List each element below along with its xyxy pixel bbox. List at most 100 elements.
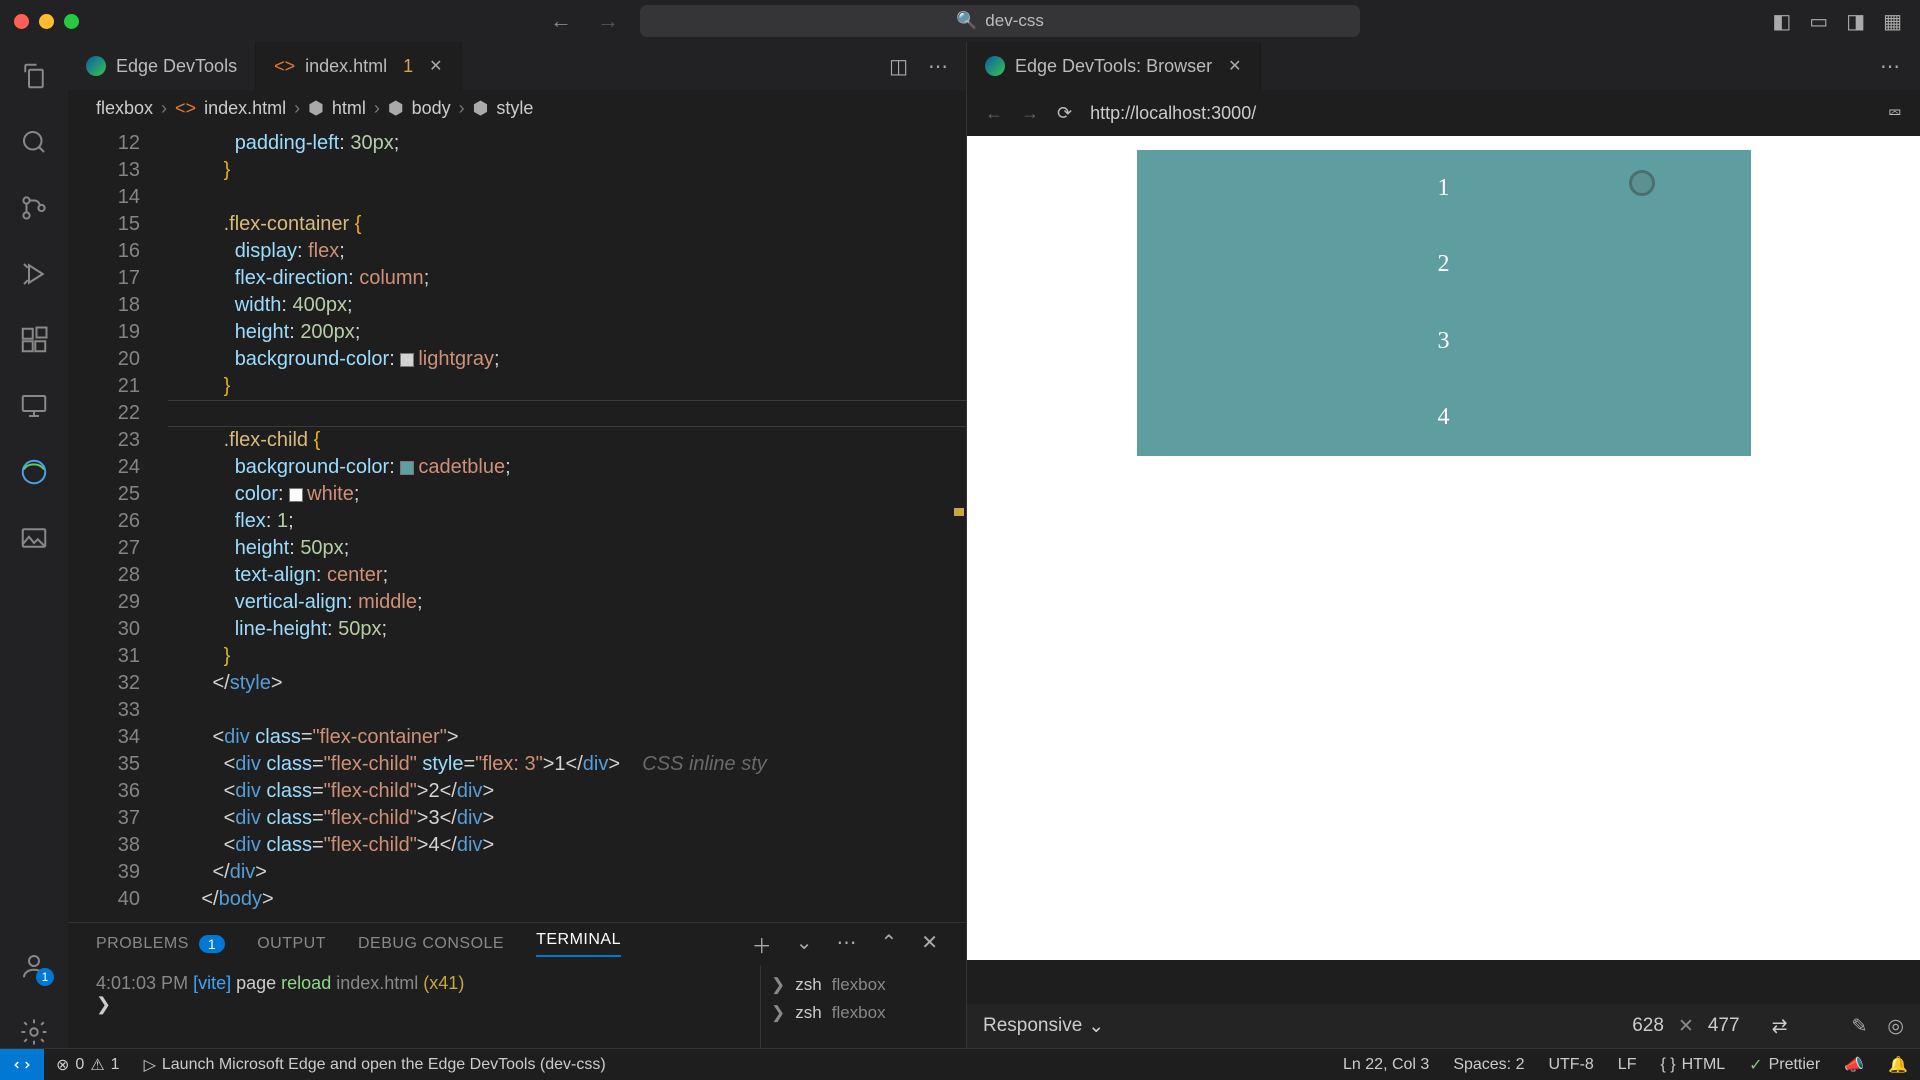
split-terminal-dropdown-icon[interactable]: ⌄	[796, 930, 813, 959]
layout-grid-icon[interactable]: ▦	[1883, 9, 1902, 34]
tab-problems[interactable]: PROBLEMS 1	[96, 935, 225, 953]
code-line[interactable]: display: flex;	[168, 238, 966, 265]
close-icon[interactable]: ✕	[429, 56, 442, 76]
panel-right-icon[interactable]: ◨	[1846, 9, 1865, 34]
code-line[interactable]: }	[168, 373, 966, 400]
code-line[interactable]: }	[168, 643, 966, 670]
code-line[interactable]	[168, 184, 966, 211]
url-bar[interactable]: http://localhost:3000/	[1090, 103, 1870, 124]
panel-bottom-icon[interactable]: ▭	[1809, 9, 1828, 34]
explorer-icon[interactable]	[18, 60, 50, 92]
device-mode-select[interactable]: Responsive ⌄	[983, 1015, 1104, 1038]
inspect-icon[interactable]: ⮹	[1888, 103, 1902, 124]
code-line[interactable]: <div class="flex-child">4</div>	[168, 832, 966, 859]
close-window[interactable]	[14, 14, 29, 29]
tab-browser-preview[interactable]: Edge DevTools: Browser ✕	[967, 42, 1261, 90]
cursor-position[interactable]: Ln 22, Col 3	[1331, 1056, 1441, 1074]
breadcrumb[interactable]: flexbox › <> index.html › ⬢ html › ⬢ bod…	[68, 90, 966, 126]
language-mode[interactable]: { } HTML	[1648, 1056, 1737, 1074]
encoding-status[interactable]: UTF-8	[1536, 1056, 1605, 1074]
code-line[interactable]: </body>	[168, 886, 966, 913]
code-line[interactable]: line-height: 50px;	[168, 616, 966, 643]
code-line[interactable]: height: 200px;	[168, 319, 966, 346]
tab-debug-console[interactable]: DEBUG CONSOLE	[358, 935, 504, 953]
minimize-window[interactable]	[39, 14, 54, 29]
panel-left-icon[interactable]: ◧	[1772, 9, 1791, 34]
more-actions-icon[interactable]: ⋯	[1860, 42, 1920, 90]
extensions-icon[interactable]	[18, 324, 50, 356]
feedback-icon[interactable]: 📣	[1832, 1055, 1876, 1075]
code-line[interactable]: background-color: lightgray;	[168, 346, 966, 373]
overview-ruler[interactable]	[950, 126, 966, 922]
terminal-output[interactable]: 4:01:03 PM [vite] page reload index.html…	[68, 965, 760, 1048]
code-line[interactable]: color: white;	[168, 481, 966, 508]
code-editor[interactable]: 1213141516171819202122232425262728293031…	[68, 126, 966, 922]
nav-back-icon[interactable]: ←	[550, 8, 572, 34]
run-debug-icon[interactable]	[18, 258, 50, 290]
times-icon: ✕	[1678, 1015, 1694, 1038]
viewport-width[interactable]: 628	[1632, 1015, 1664, 1037]
tab-index-html[interactable]: <> index.html 1 ✕	[256, 42, 462, 90]
accounts-icon[interactable]: 1	[18, 950, 50, 982]
code-line[interactable]: </style>	[168, 670, 966, 697]
reload-icon[interactable]: ⟳	[1057, 103, 1072, 124]
remote-indicator[interactable]	[0, 1049, 44, 1080]
code-line[interactable]: <div class="flex-child" style="flex: 3">…	[168, 751, 966, 778]
close-panel-icon[interactable]: ✕	[921, 930, 938, 959]
tab-edge-devtools[interactable]: Edge DevTools	[68, 42, 256, 90]
close-icon[interactable]: ✕	[1228, 56, 1241, 76]
code-content[interactable]: padding-left: 30px; } .flex-container { …	[168, 126, 966, 922]
terminal-list-item[interactable]: ❯zshflexbox	[771, 971, 956, 999]
code-line[interactable]: padding-left: 30px;	[168, 130, 966, 157]
eol-status[interactable]: LF	[1606, 1056, 1649, 1074]
more-actions-icon[interactable]: ⋯	[928, 54, 948, 79]
edge-devtools-icon[interactable]	[18, 456, 50, 488]
prettier-status[interactable]: ✓ Prettier	[1737, 1055, 1832, 1075]
code-line[interactable]: <div class="flex-container">	[168, 724, 966, 751]
rendered-page[interactable]: 1 2 3 4	[967, 136, 1920, 960]
settings-gear-icon[interactable]	[18, 1016, 50, 1048]
indent-status[interactable]: Spaces: 2	[1441, 1056, 1536, 1074]
code-line[interactable]: }	[168, 157, 966, 184]
breadcrumb-symbol[interactable]: style	[496, 98, 533, 119]
code-line[interactable]: flex-direction: column;	[168, 265, 966, 292]
code-line[interactable]: <div class="flex-child">2</div>	[168, 778, 966, 805]
tab-terminal[interactable]: TERMINAL	[536, 931, 621, 957]
terminal-list-item[interactable]: ❯zshflexbox	[771, 999, 956, 1027]
code-line[interactable]: flex: 1;	[168, 508, 966, 535]
remote-explorer-icon[interactable]	[18, 390, 50, 422]
more-icon[interactable]: ⋯	[836, 930, 856, 959]
code-line[interactable]: .flex-container {	[168, 211, 966, 238]
edit-icon[interactable]: ✎	[1851, 1015, 1867, 1038]
code-line[interactable]: <div class="flex-child">3</div>	[168, 805, 966, 832]
breadcrumb-symbol[interactable]: body	[412, 98, 451, 119]
code-line[interactable]	[168, 400, 966, 427]
search-activity-icon[interactable]	[18, 126, 50, 158]
errors-warnings[interactable]: ⊗0 ⚠1	[44, 1055, 132, 1075]
breadcrumb-folder[interactable]: flexbox	[96, 98, 153, 119]
launch-task[interactable]: ▷ Launch Microsoft Edge and open the Edg…	[132, 1055, 618, 1075]
code-line[interactable]: height: 50px;	[168, 535, 966, 562]
code-line[interactable]	[168, 697, 966, 724]
maximize-window[interactable]	[64, 14, 79, 29]
code-line[interactable]: </div>	[168, 859, 966, 886]
breadcrumb-file[interactable]: index.html	[204, 98, 286, 119]
tab-output[interactable]: OUTPUT	[257, 935, 326, 953]
code-line[interactable]: width: 400px;	[168, 292, 966, 319]
bell-icon[interactable]: 🔔	[1876, 1055, 1920, 1075]
source-control-icon[interactable]	[18, 192, 50, 224]
code-line[interactable]: .flex-child {	[168, 427, 966, 454]
viewport-height[interactable]: 477	[1708, 1015, 1740, 1037]
new-terminal-icon[interactable]: ＋	[752, 930, 772, 959]
rotate-icon[interactable]: ⇄	[1772, 1015, 1788, 1038]
code-line[interactable]: background-color: cadetblue;	[168, 454, 966, 481]
breadcrumb-symbol[interactable]: html	[332, 98, 366, 119]
screenshot-icon[interactable]: ◎	[1887, 1015, 1904, 1038]
image-gallery-icon[interactable]	[18, 522, 50, 554]
code-line[interactable]: vertical-align: middle;	[168, 589, 966, 616]
split-editor-icon[interactable]: ◫	[889, 54, 908, 79]
code-line[interactable]: text-align: center;	[168, 562, 966, 589]
maximize-panel-icon[interactable]: ⌃	[880, 930, 897, 959]
warning-marker-icon[interactable]	[954, 508, 964, 516]
command-center[interactable]: 🔍 dev-css	[640, 5, 1360, 37]
